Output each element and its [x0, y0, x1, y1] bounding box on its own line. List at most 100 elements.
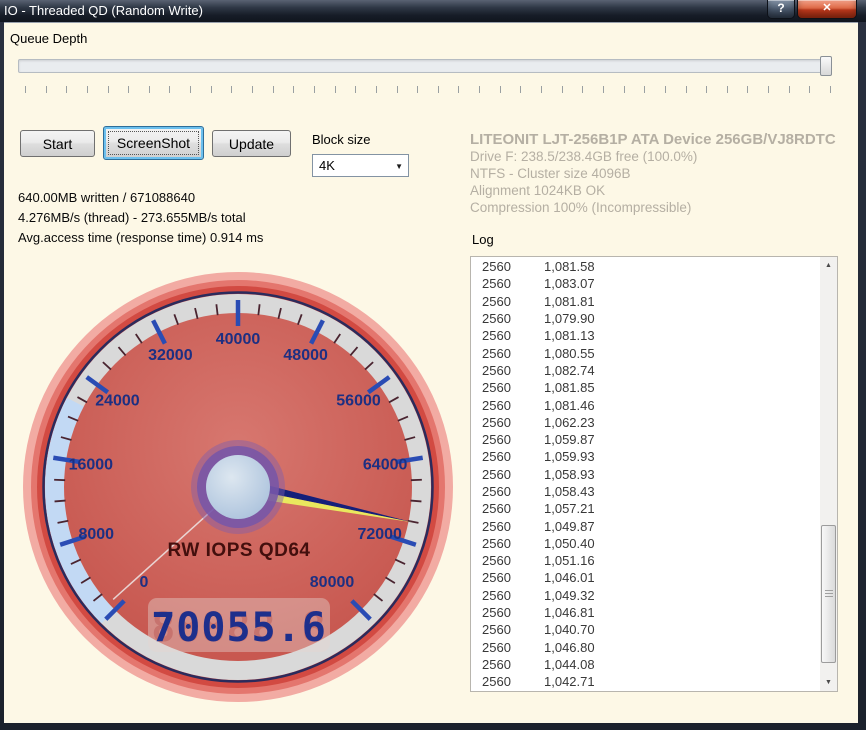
log-iops-value: 1,059.87: [544, 432, 595, 448]
gauge-tick-label: 40000: [216, 331, 261, 348]
log-queue-depth: 2560: [482, 362, 511, 378]
log-row[interactable]: 2560 1,046.81: [471, 604, 818, 621]
gauge-tick-label: 56000: [336, 392, 381, 409]
help-button[interactable]: ?: [767, 0, 795, 19]
log-iops-value: 1,049.87: [544, 518, 595, 534]
start-button[interactable]: Start: [20, 130, 95, 157]
scroll-down-icon[interactable]: ▼: [820, 674, 837, 691]
log-row[interactable]: 2560 1,049.87: [471, 517, 818, 534]
log-row[interactable]: 2560 1,059.93: [471, 448, 818, 465]
log-iops-value: 1,081.58: [544, 259, 595, 275]
log-queue-depth: 2560: [482, 501, 511, 517]
slider-tick: [417, 86, 419, 93]
slider-tick: [334, 86, 336, 93]
log-iops-value: 1,083.07: [544, 276, 595, 292]
log-queue-depth: 2560: [482, 380, 511, 396]
gauge-tick-label: 72000: [357, 526, 402, 543]
slider-tick: [644, 86, 646, 93]
block-size-dropdown[interactable]: 4K ▼: [312, 154, 409, 177]
slider-tick: [664, 86, 666, 93]
log-row[interactable]: 2560 1,040.70: [471, 621, 818, 638]
log-row[interactable]: 2560 1,081.46: [471, 396, 818, 413]
gauge-readout-value: 70055.6: [151, 605, 327, 651]
slider-tick: [128, 86, 130, 93]
log-iops-value: 1,057.21: [544, 501, 595, 517]
log-row[interactable]: 2560 1,046.01: [471, 569, 818, 586]
log-queue-depth: 2560: [482, 535, 511, 551]
log-row[interactable]: 2560 1,057.21: [471, 500, 818, 517]
log-iops-value: 1,046.01: [544, 570, 595, 586]
slider-tick: [541, 86, 543, 93]
log-iops-value: 1,080.55: [544, 345, 595, 361]
queue-depth-slider-ticks: [25, 86, 831, 93]
log-row[interactable]: 2560 1,059.87: [471, 431, 818, 448]
log-row[interactable]: 2560 1,081.85: [471, 379, 818, 396]
log-iops-value: 1,081.81: [544, 293, 595, 309]
log-queue-depth: 2560: [482, 276, 511, 292]
log-row[interactable]: 2560 1,062.23: [471, 414, 818, 431]
slider-tick: [66, 86, 68, 93]
log-iops-value: 1,081.13: [544, 328, 595, 344]
slider-tick: [86, 86, 88, 93]
queue-depth-slider-thumb[interactable]: [820, 56, 832, 76]
titlebar[interactable]: IO - Threaded QD (Random Write) ? ✕: [0, 0, 866, 22]
log-row[interactable]: 2560 1,058.93: [471, 466, 818, 483]
log-row[interactable]: 2560 1,051.16: [471, 552, 818, 569]
slider-tick: [45, 86, 47, 93]
update-button[interactable]: Update: [212, 130, 291, 157]
slider-tick: [210, 86, 212, 93]
log-row[interactable]: 2560 1,058.43: [471, 483, 818, 500]
gauge-minor-tick: [410, 499, 422, 503]
log-queue-depth: 2560: [482, 587, 511, 603]
log-queue-depth: 2560: [482, 397, 511, 413]
log-row[interactable]: 2560 1,080.55: [471, 344, 818, 361]
scroll-up-icon[interactable]: ▲: [820, 257, 837, 274]
slider-tick: [602, 86, 604, 93]
iops-gauge: 0 8000 16000 24000 32000 40000 48000 56000 64000…: [23, 272, 453, 702]
log-scrollbar[interactable]: ▲ ▼: [820, 257, 837, 691]
gauge-tick-label: 0: [140, 574, 149, 591]
log-queue-depth: 2560: [482, 553, 511, 569]
log-queue-depth: 2560: [482, 518, 511, 534]
slider-tick: [809, 86, 811, 93]
slider-tick: [231, 86, 233, 93]
log-row[interactable]: 2560 1,081.81: [471, 293, 818, 310]
log-queue-depth: 2560: [482, 570, 511, 586]
gauge-tick-label: 32000: [148, 347, 193, 364]
slider-tick: [788, 86, 790, 93]
gauge-title: RW IOPS QD64: [168, 540, 311, 561]
log-iops-value: 1,042.71: [544, 674, 595, 690]
slider-tick: [107, 86, 109, 93]
scrollbar-thumb[interactable]: [821, 525, 836, 663]
log-row[interactable]: 2560 1,044.08: [471, 656, 818, 673]
slider-tick: [726, 86, 728, 93]
access-time-stat: Avg.access time (response time) 0.914 ms: [18, 230, 264, 245]
log-iops-value: 1,050.40: [544, 535, 595, 551]
log-row[interactable]: 2560 1,046.80: [471, 639, 818, 656]
log-row[interactable]: 2560 1,081.13: [471, 327, 818, 344]
log-iops-value: 1,046.80: [544, 639, 595, 655]
gauge-minor-tick: [257, 304, 261, 316]
slider-tick: [355, 86, 357, 93]
queue-depth-slider[interactable]: [18, 59, 831, 73]
log-row[interactable]: 2560 1,050.40: [471, 535, 818, 552]
log-row[interactable]: 2560 1,049.32: [471, 587, 818, 604]
log-queue-depth: 2560: [482, 622, 511, 638]
gauge-hub: [206, 455, 270, 519]
gauge-tick-label: 48000: [283, 347, 328, 364]
slider-tick: [768, 86, 770, 93]
log-row[interactable]: 2560 1,081.58: [471, 258, 818, 275]
log-row[interactable]: 2560 1,083.07: [471, 275, 818, 292]
slider-tick: [293, 86, 295, 93]
log-row[interactable]: 2560 1,042.71: [471, 673, 818, 690]
screenshot-button[interactable]: ScreenShot: [103, 126, 204, 160]
log-iops-value: 1,059.93: [544, 449, 595, 465]
log-row[interactable]: 2560 1,079.90: [471, 310, 818, 327]
close-button[interactable]: ✕: [797, 0, 857, 19]
slider-tick: [313, 86, 315, 93]
slider-tick: [499, 86, 501, 93]
log-row[interactable]: 2560 1,082.74: [471, 362, 818, 379]
slider-tick: [252, 86, 254, 93]
drive-info: LITEONIT LJT-256B1P ATA Device 256GB/VJ8…: [470, 131, 857, 233]
slider-tick: [148, 86, 150, 93]
